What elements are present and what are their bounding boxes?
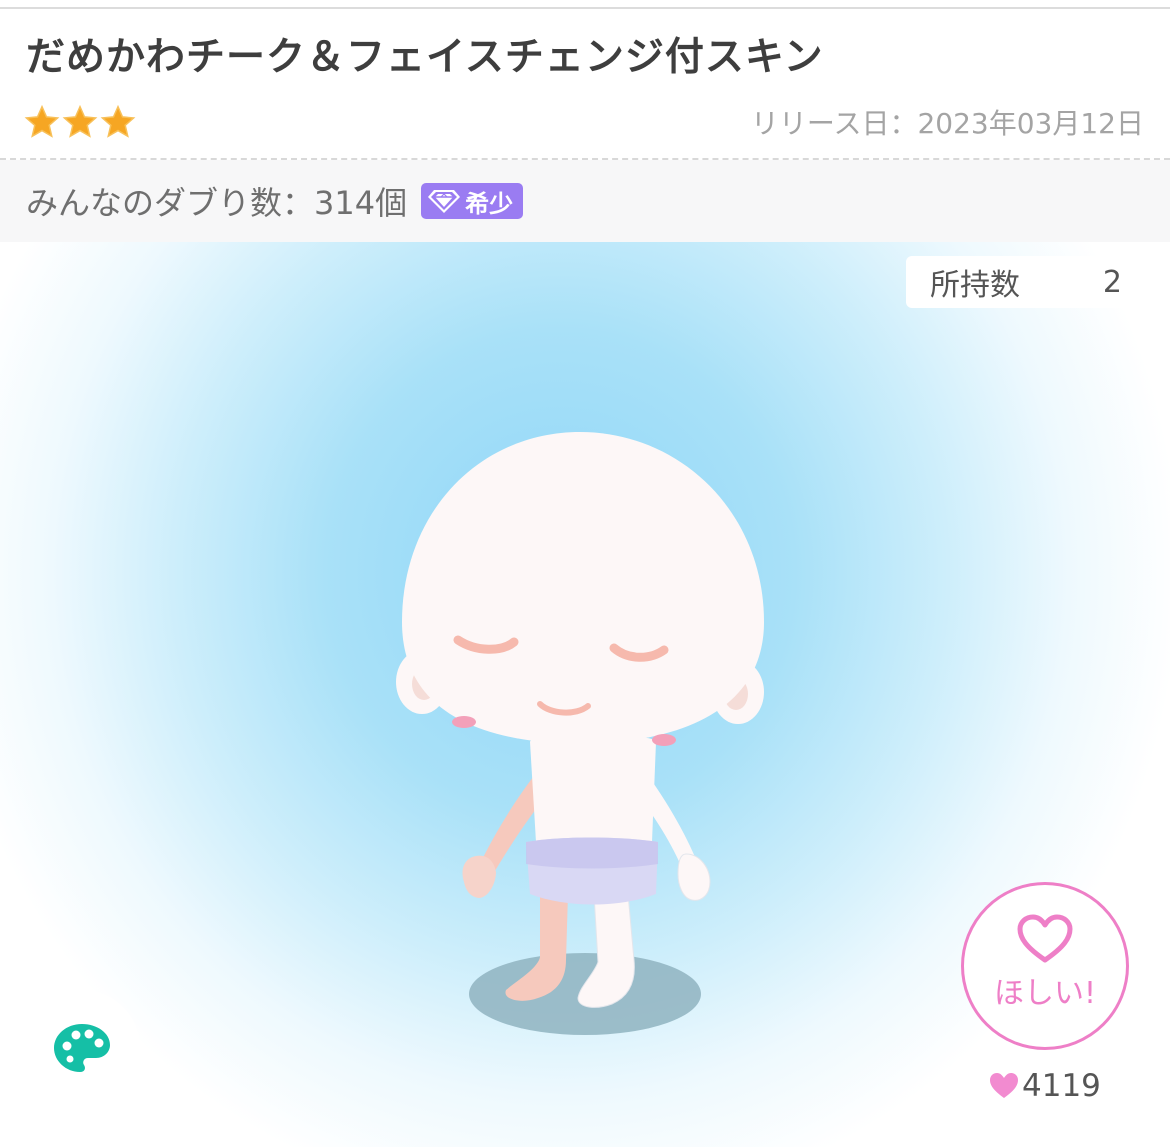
duplicate-count-label: みんなのダブり数：314個 bbox=[26, 184, 408, 222]
avatar-preview: 所持数 2 ほしい! 4119 bbox=[0, 242, 1170, 1147]
owned-count-box: 所持数 2 bbox=[906, 256, 1146, 308]
star-rating bbox=[24, 104, 136, 144]
avatar-figure bbox=[396, 432, 764, 1035]
item-title: だめかわチーク＆フェイスチェンジ付スキン bbox=[26, 35, 824, 80]
diamond-icon bbox=[428, 190, 461, 213]
want-label: ほしい! bbox=[993, 976, 1097, 1011]
star-icon bbox=[24, 104, 60, 138]
heart-outline-icon bbox=[1017, 914, 1073, 963]
like-count-value: 4119 bbox=[1022, 1068, 1101, 1104]
top-divider bbox=[0, 7, 1170, 9]
palette-button[interactable] bbox=[24, 990, 140, 1106]
rarity-badge: 希少 bbox=[421, 183, 524, 219]
like-count: 4119 bbox=[988, 1068, 1101, 1104]
star-icon bbox=[62, 104, 98, 138]
rarity-label: 希少 bbox=[465, 189, 514, 218]
release-date: リリース日：2023年03月12日 bbox=[750, 107, 1144, 140]
duplicate-count-row: みんなのダブり数：314個 希少 bbox=[0, 160, 1170, 242]
heart-icon bbox=[990, 1073, 1018, 1098]
owned-count-value: 2 bbox=[1102, 264, 1122, 300]
star-icon bbox=[100, 104, 136, 138]
palette-icon bbox=[54, 1024, 110, 1072]
owned-count-label: 所持数 bbox=[930, 268, 1020, 303]
want-button[interactable]: ほしい! bbox=[961, 882, 1129, 1050]
